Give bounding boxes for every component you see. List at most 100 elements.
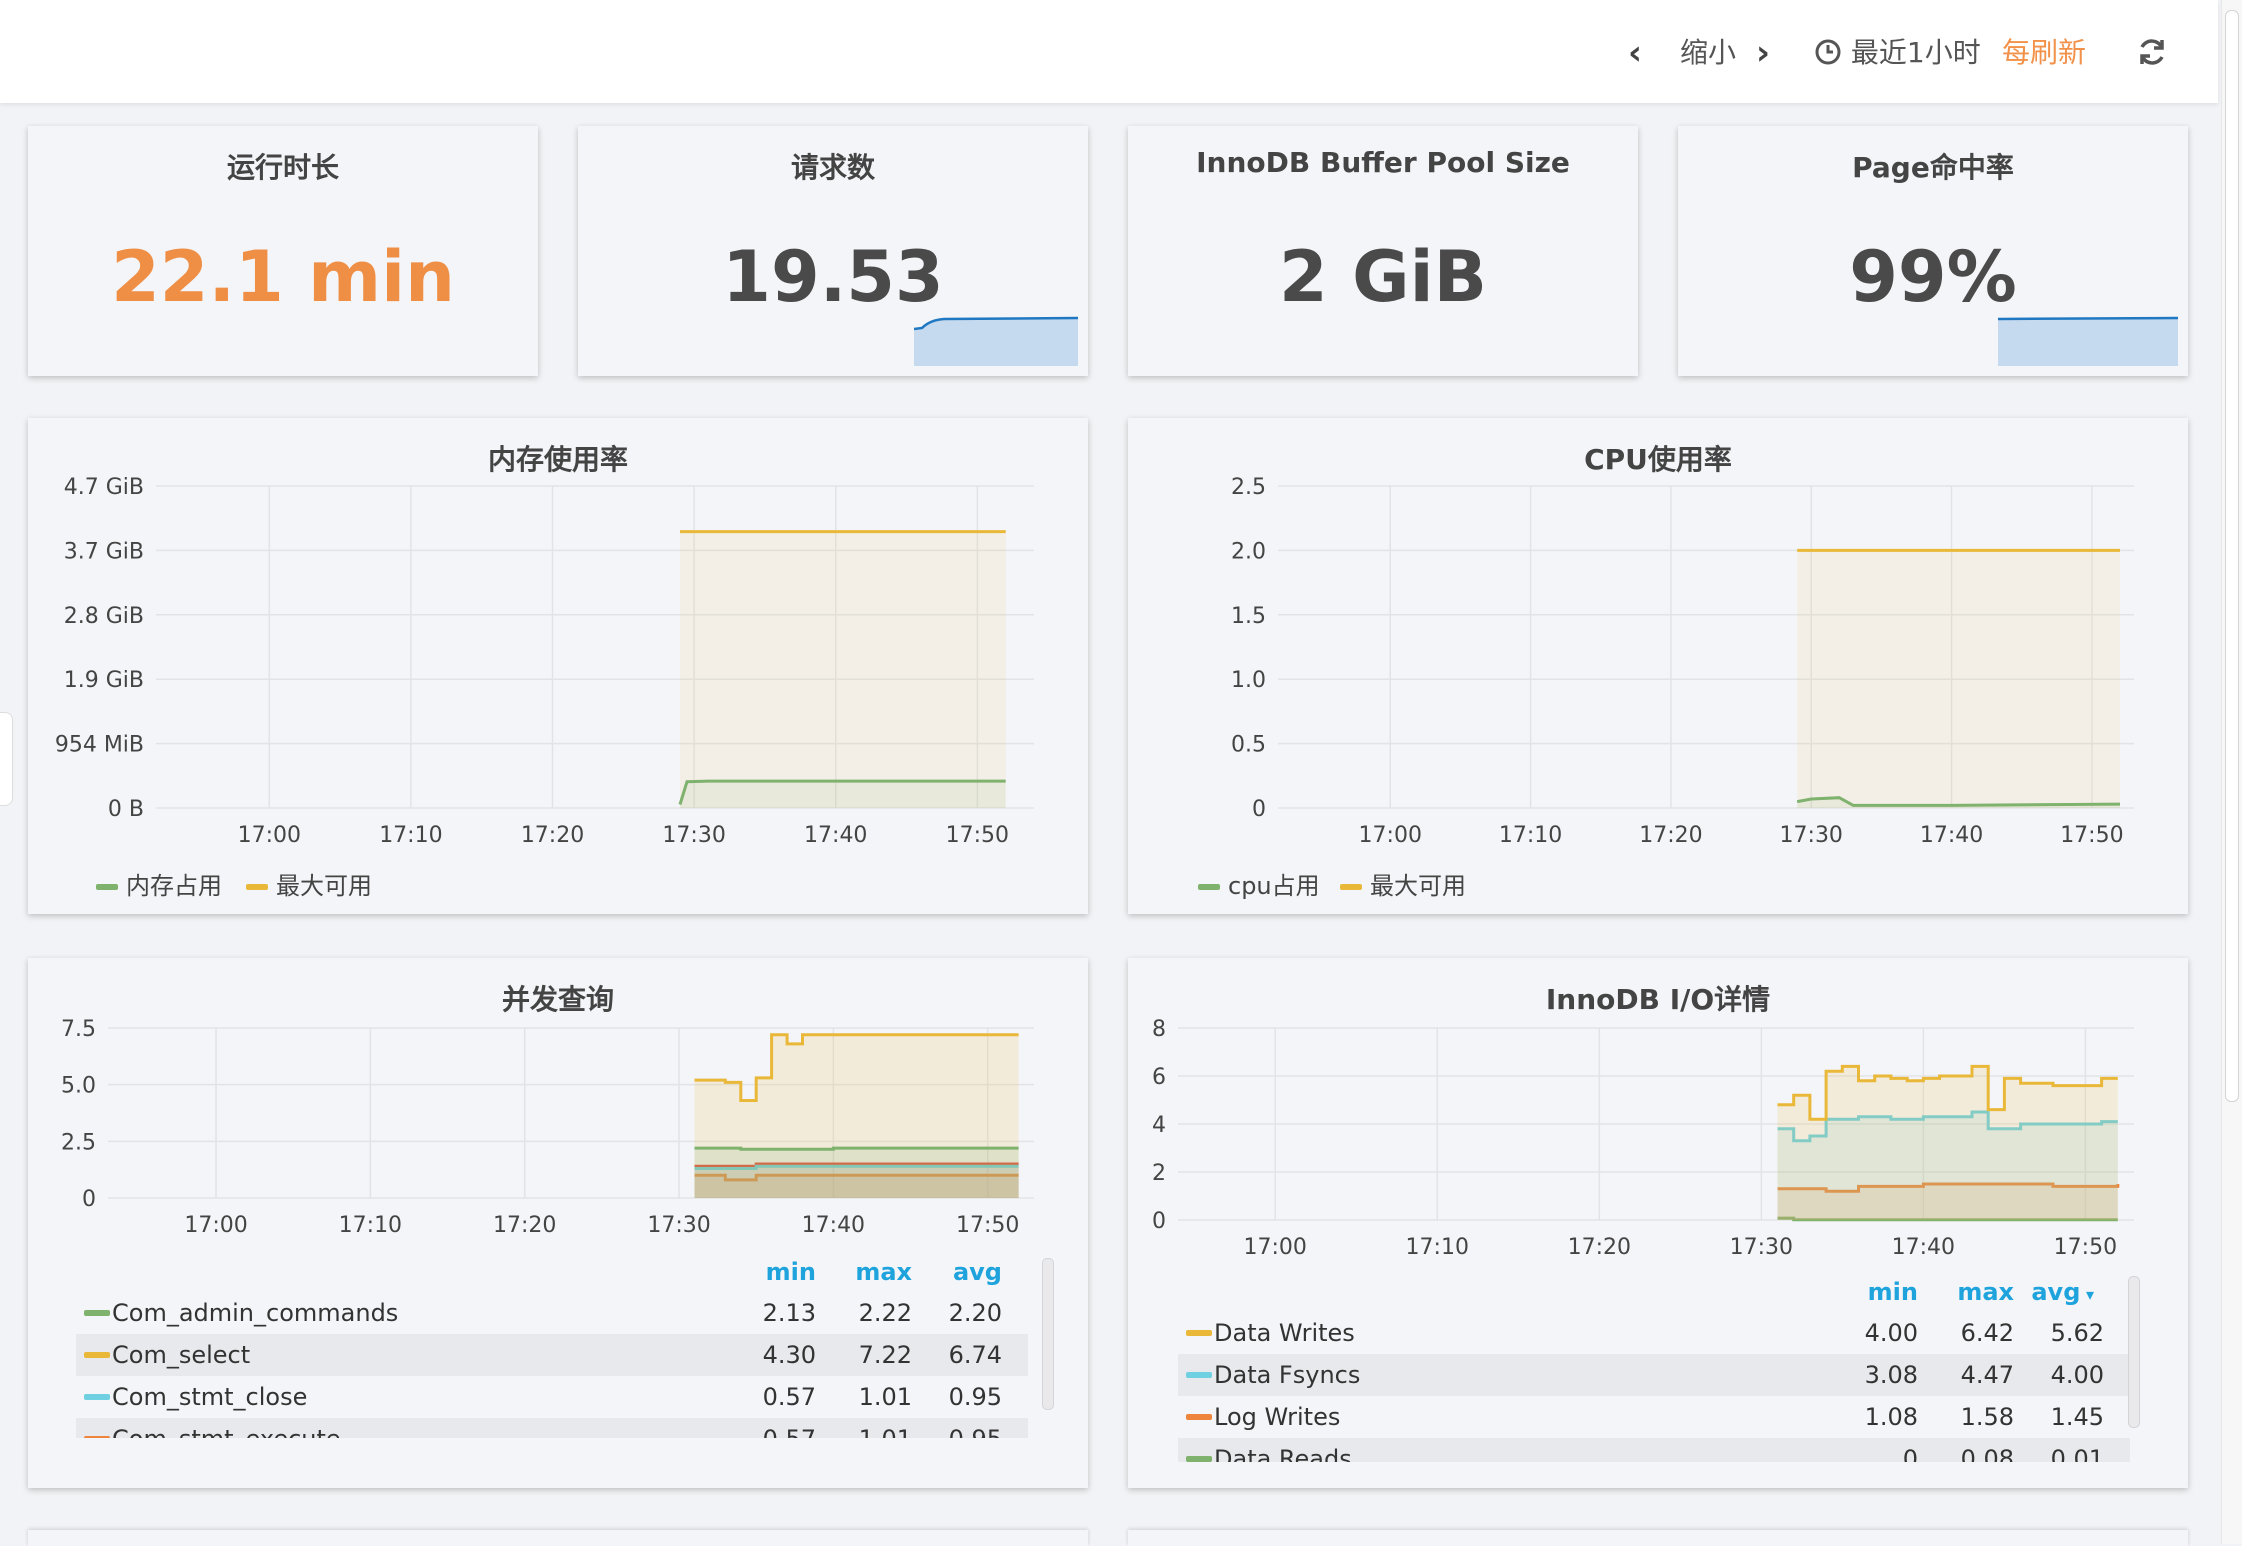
legend-swatch — [1186, 1372, 1212, 1378]
legend-header-min[interactable]: min — [1828, 1278, 1918, 1306]
y-tick-label: 3.7 GiB — [64, 539, 144, 564]
concurrent-queries-chart: 0 2.5 5.0 7.5 17:00 17:10 17:20 17:30 17:40 17:50 — [61, 1017, 1034, 1238]
y-tick-label: 2 — [1152, 1161, 1166, 1186]
legend-row[interactable]: Data Fsyncs 3.08 4.47 4.00 — [1178, 1354, 2130, 1396]
panel-concurrent-queries: 并发查询 0 2.5 5.0 7.5 17:00 17:10 17:20 17:30 17:40… — [28, 958, 1088, 1488]
refresh-button[interactable] — [2136, 28, 2168, 78]
x-tick-label: 17:20 — [493, 1213, 556, 1238]
y-tick-label: 8 — [1152, 1017, 1166, 1042]
legend-header-avg[interactable]: avg — [912, 1258, 1002, 1286]
side-drawer-handle[interactable] — [0, 712, 13, 806]
x-tick-label: 17:40 — [1892, 1235, 1955, 1260]
legend-header-min[interactable]: min — [726, 1258, 816, 1286]
refresh-interval-picker[interactable]: 每刷新 — [2002, 28, 2086, 78]
page-scrollbar-thumb[interactable] — [2225, 10, 2239, 1102]
x-tick-label: 17:00 — [1244, 1235, 1307, 1260]
x-tick-label: 17:50 — [2060, 823, 2123, 848]
y-tick-label: 5.0 — [61, 1074, 96, 1099]
panel-memory-usage: 内存使用率 0 B 954 MiB 1.9 GiB 2.8 GiB 3.7 GiB 4.7… — [28, 418, 1088, 914]
chevron-left-icon[interactable]: ‹ — [1628, 28, 1642, 78]
x-tick-label: 17:20 — [1568, 1235, 1631, 1260]
panel-title: Page命中率 — [1852, 151, 2014, 184]
y-tick-label: 2.5 — [61, 1130, 96, 1155]
y-tick-label: 4 — [1152, 1113, 1166, 1138]
legend-row[interactable]: Com_select 4.30 7.22 6.74 — [76, 1334, 1028, 1376]
y-tick-label: 0 — [82, 1187, 96, 1212]
legend-swatch — [96, 884, 118, 890]
x-tick-label: 17:20 — [1639, 823, 1702, 848]
x-tick-label: 17:50 — [956, 1213, 1019, 1238]
legend-swatch — [1186, 1330, 1212, 1336]
series-area — [1777, 1066, 2118, 1220]
x-tick-label: 17:20 — [521, 823, 584, 848]
legend-value-min: 2.13 — [762, 1299, 816, 1327]
legend-header-max[interactable]: max — [1924, 1278, 2014, 1306]
legend-swatch — [246, 884, 268, 890]
legend-value-max: 0.08 — [1960, 1445, 2014, 1462]
series-area — [1797, 550, 2120, 808]
x-tick-label: 17:50 — [946, 823, 1009, 848]
stat-panel-uptime: 运行时长 22.1 min — [28, 126, 538, 376]
x-tick-label: 17:40 — [802, 1213, 865, 1238]
legend-swatch — [1198, 884, 1220, 890]
y-tick-label: 0 — [1152, 1209, 1166, 1234]
legend-table: Data Writes 4.00 6.42 5.62 Data Fsyncs 3.08 4.… — [1178, 1312, 2130, 1462]
legend-series-name: Com_admin_commands — [112, 1299, 399, 1327]
zoom-out-button[interactable]: 缩小 — [1680, 28, 1736, 78]
legend-row[interactable]: Data Writes 4.00 6.42 5.62 — [1178, 1312, 2130, 1354]
legend-value-avg: 0.01 — [2050, 1445, 2104, 1462]
y-tick-label: 2.5 — [1231, 475, 1266, 500]
x-tick-label: 17:00 — [184, 1213, 247, 1238]
legend-value-max: 1.01 — [858, 1383, 912, 1411]
stat-value: 22.1 min — [111, 236, 455, 318]
legend-series-name: Data Fsyncs — [1214, 1361, 1361, 1389]
chevron-right-icon[interactable]: › — [1756, 28, 1770, 78]
legend-row[interactable]: Log Writes 1.08 1.58 1.45 — [1178, 1396, 2130, 1438]
series-area — [680, 781, 1006, 808]
legend-value-avg: 0.95 — [912, 1421, 1002, 1438]
innodb-io-chart: 0 2 4 6 8 17:00 17:10 17:20 17:30 17:40 17:50 — [1152, 1017, 2134, 1260]
legend-label: 最大可用 — [1370, 872, 1466, 900]
legend-value-avg: 0.95 — [948, 1383, 1002, 1411]
legend-row[interactable]: Com_stmt_execute 0.57 1.010.95 — [76, 1418, 1028, 1438]
legend-item[interactable]: 内存占用 — [96, 866, 222, 901]
cpu-chart: 0 0.5 1.0 1.5 2.0 2.5 17:00 17:10 17:20 17:30 17:4… — [1231, 475, 2134, 848]
legend-value-max: 4.47 — [1960, 1361, 2014, 1389]
y-tick-label: 0 — [1252, 797, 1266, 822]
x-tick-label: 17:10 — [339, 1213, 402, 1238]
legend-item[interactable]: 最大可用 — [1340, 866, 1466, 901]
time-range-picker[interactable]: 最近1小时 — [1814, 28, 1981, 78]
x-tick-label: 17:30 — [1780, 823, 1843, 848]
legend-row[interactable]: Data Reads 0 0.08 0.01 — [1178, 1438, 2130, 1462]
y-tick-label: 4.7 GiB — [64, 475, 144, 500]
y-tick-label: 1.0 — [1231, 668, 1266, 693]
legend-value-avg: 5.62 — [2050, 1319, 2104, 1347]
stat-panel-buffer-pool: InnoDB Buffer Pool Size 2 GiB — [1128, 126, 1638, 376]
legend-row[interactable]: Com_stmt_close 0.57 1.01 0.95 — [76, 1376, 1028, 1418]
x-tick-label: 17:30 — [662, 823, 725, 848]
legend-value-avg: 2.20 — [948, 1299, 1002, 1327]
panel-title: 请求数 — [790, 151, 875, 184]
legend-scrollbar[interactable] — [1042, 1258, 1054, 1410]
panel-title: InnoDB Buffer Pool Size — [1196, 146, 1570, 179]
x-tick-label: 17:50 — [2054, 1235, 2117, 1260]
legend-item[interactable]: cpu占用 — [1198, 866, 1320, 901]
series-area — [694, 1148, 1019, 1198]
legend-scrollbar[interactable] — [2128, 1276, 2140, 1428]
legend-swatch — [1186, 1456, 1212, 1462]
y-tick-label: 0 B — [108, 797, 144, 822]
y-tick-label: 6 — [1152, 1065, 1166, 1090]
y-tick-label: 1.5 — [1231, 604, 1266, 629]
legend-header-max[interactable]: max — [822, 1258, 912, 1286]
page-scrollbar[interactable] — [2221, 0, 2242, 1544]
legend-value-avg: 1.45 — [2050, 1403, 2104, 1431]
legend-value-max: 6.42 — [1960, 1319, 2014, 1347]
legend-value-min: 3.08 — [1864, 1361, 1918, 1389]
legend-value-avg: 4.00 — [2050, 1361, 2104, 1389]
x-tick-label: 17:10 — [379, 823, 442, 848]
y-tick-label: 954 MiB — [55, 733, 144, 758]
legend-row[interactable]: Com_admin_commands 2.13 2.22 2.20 — [76, 1292, 1028, 1334]
y-tick-label: 1.9 GiB — [64, 668, 144, 693]
legend-header-avg[interactable]: avg ▾ — [2004, 1278, 2094, 1306]
legend-item[interactable]: 最大可用 — [246, 866, 372, 901]
